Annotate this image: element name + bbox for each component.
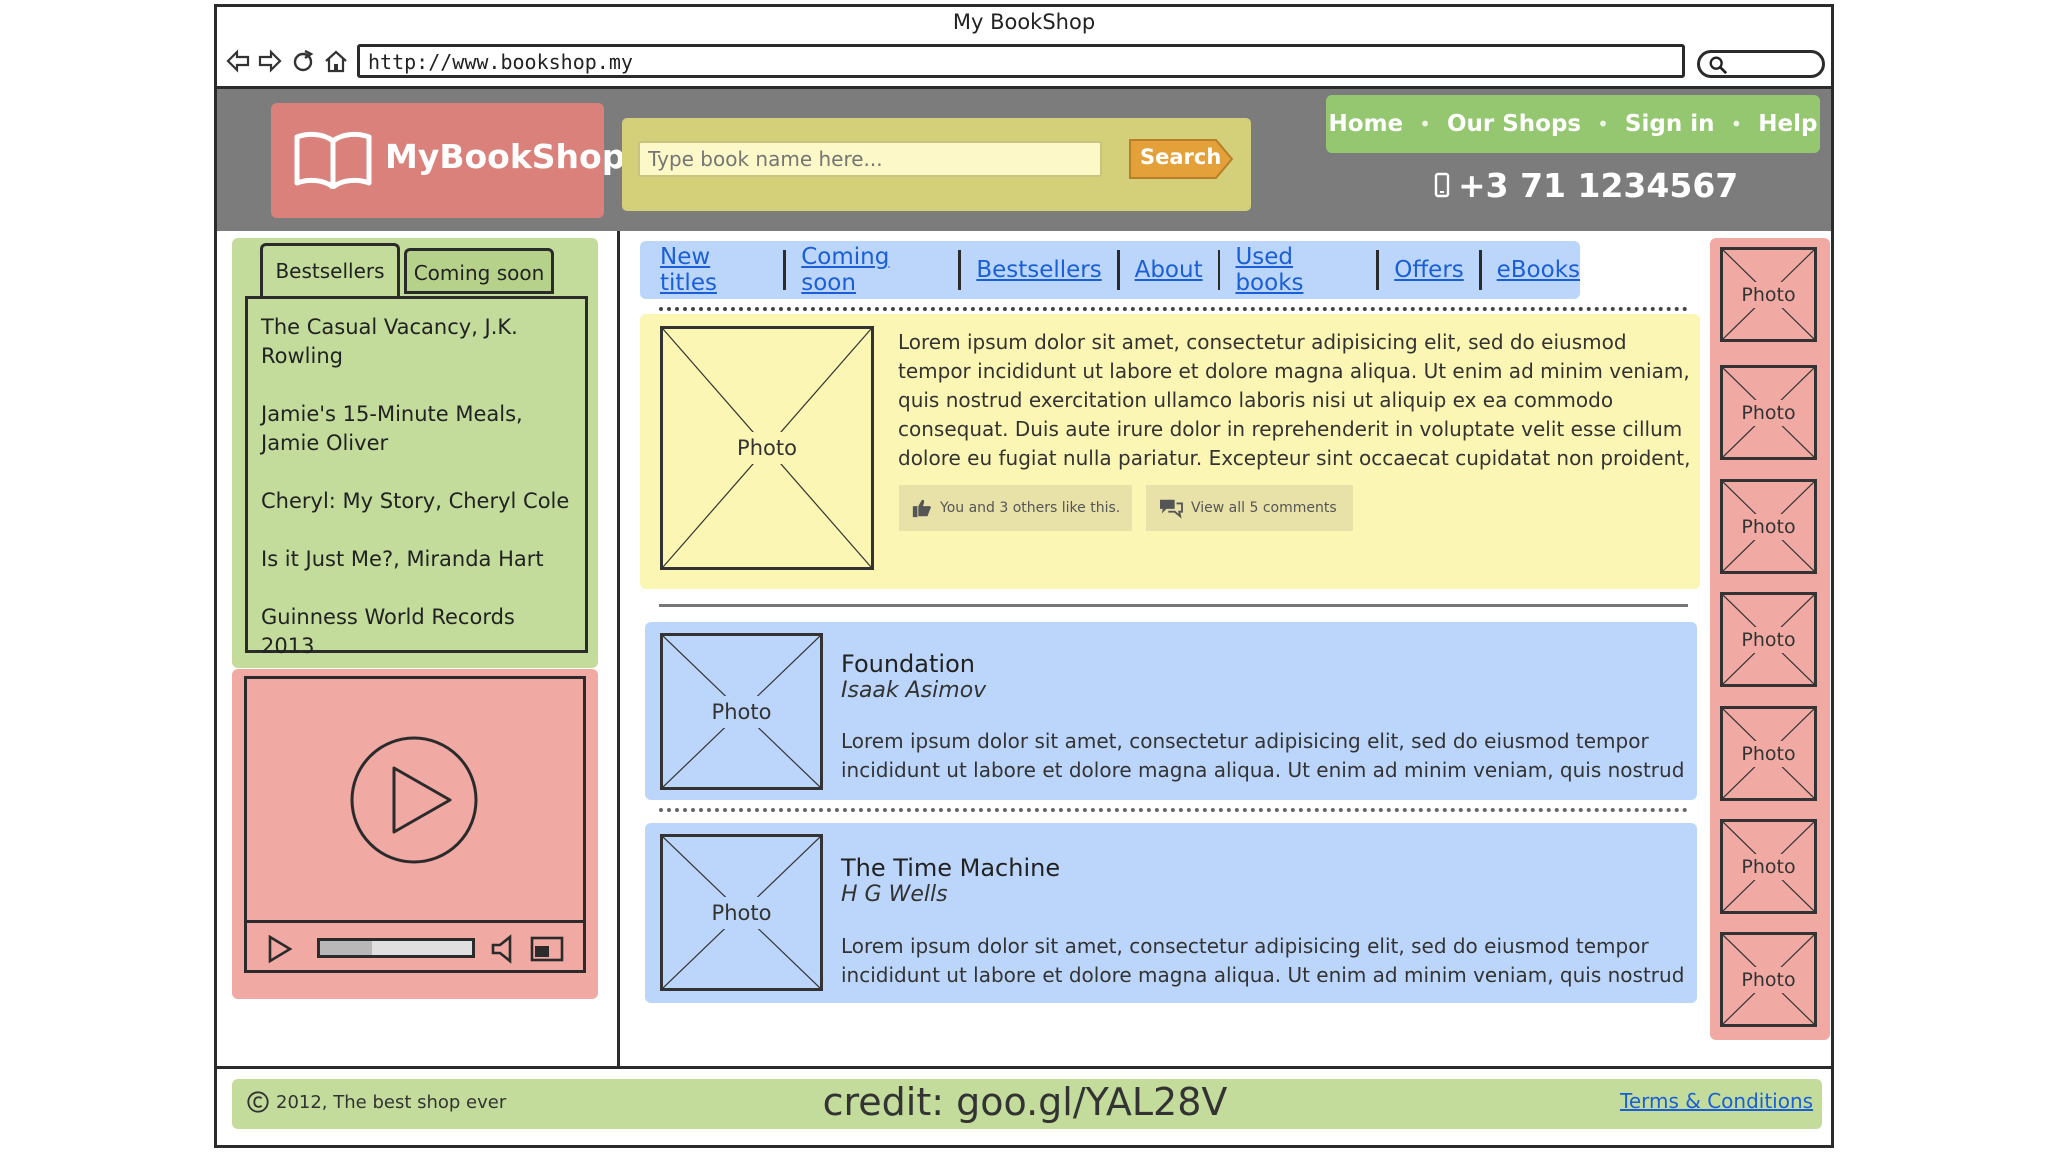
bestsellers-list: The Casual Vacancy, J.K. Rowling Jamie's…	[245, 296, 588, 658]
phone-icon	[1434, 172, 1450, 198]
video-progress-bar[interactable]	[317, 938, 475, 958]
thumbnail-photo[interactable]: Photo	[1720, 932, 1817, 1027]
tab-coming-soon-main[interactable]: Coming soon	[801, 244, 943, 296]
address-bar[interactable]: http://www.bookshop.my	[357, 44, 1685, 78]
terms-link[interactable]: Terms & Conditions	[1620, 1089, 1813, 1113]
photo-label: Photo	[711, 699, 772, 724]
reload-icon[interactable]	[290, 48, 316, 74]
copyright-icon	[247, 1091, 269, 1113]
photo-label: Photo	[1741, 628, 1796, 651]
browser-search-field[interactable]	[1697, 50, 1825, 78]
list-item[interactable]: Is it Just Me?, Miranda Hart	[261, 545, 572, 574]
book-photo[interactable]: Photo	[660, 633, 823, 790]
book-author: Isaak Asimov	[841, 678, 987, 703]
featured-text: Lorem ipsum dolor sit amet, consectetur …	[898, 330, 1691, 470]
solid-divider	[659, 604, 1688, 607]
photo-label: Photo	[1741, 401, 1796, 424]
forward-icon[interactable]	[257, 48, 283, 74]
video-play-icon[interactable]	[348, 734, 480, 866]
fullscreen-icon[interactable]	[530, 936, 564, 962]
book-title[interactable]: The Time Machine	[841, 854, 1060, 882]
thumbnail-photo[interactable]: Photo	[1720, 365, 1817, 460]
book-search-input[interactable]	[638, 141, 1102, 177]
photo-label: Photo	[1741, 283, 1796, 306]
book-title[interactable]: Foundation	[841, 650, 975, 678]
photo-label: Photo	[1741, 968, 1796, 991]
main-nav: New titles Coming soon Bestsellers About…	[640, 241, 1580, 299]
list-item[interactable]: Cheryl: My Story, Cheryl Cole	[261, 487, 572, 516]
book-photo[interactable]: Photo	[660, 834, 823, 991]
tab-used-books[interactable]: Used books	[1235, 244, 1361, 296]
window-title: My BookShop	[952, 10, 1096, 34]
thumbs-up-icon	[912, 499, 931, 518]
book-description: Lorem ipsum dolor sit amet, consectetur …	[841, 729, 1685, 782]
search-icon	[1709, 56, 1728, 75]
featured-photo[interactable]: Photo	[660, 326, 874, 570]
nav-our-shops[interactable]: Our Shops	[1447, 111, 1581, 137]
phone-number: +3 71 1234567	[1434, 163, 1754, 207]
nav-sign-in[interactable]: Sign in	[1625, 111, 1715, 137]
list-item[interactable]: Jamie's 15-Minute Meals, Jamie Oliver	[261, 400, 572, 458]
tab-bestsellers[interactable]: Bestsellers	[260, 243, 400, 299]
footer-divider	[214, 1066, 1834, 1069]
book-icon	[294, 131, 372, 189]
nav-home[interactable]: Home	[1329, 111, 1404, 137]
volume-icon[interactable]	[490, 934, 520, 964]
list-item[interactable]: Guinness World Records 2013	[261, 603, 572, 661]
photo-label: Photo	[1741, 742, 1796, 765]
top-nav: Home • Our Shops • Sign in • Help	[1326, 95, 1820, 153]
tab-offers[interactable]: Offers	[1394, 257, 1464, 283]
content-divider	[617, 231, 620, 1069]
comments-button[interactable]: View all 5 comments	[1146, 485, 1353, 531]
logo-text: MyBookShop	[385, 137, 626, 176]
dotted-divider	[659, 307, 1688, 311]
book-description: Lorem ipsum dolor sit amet, consectetur …	[841, 934, 1685, 987]
thumbnail-photo[interactable]: Photo	[1720, 247, 1817, 342]
url-text: http://www.bookshop.my	[368, 50, 633, 74]
tab-bestsellers-main[interactable]: Bestsellers	[976, 257, 1101, 283]
thumbnail-photo[interactable]: Photo	[1720, 706, 1817, 801]
book-author: H G Wells	[841, 882, 948, 907]
site-logo[interactable]: MyBookShop	[271, 103, 625, 218]
photo-label: Photo	[737, 436, 797, 460]
list-item[interactable]: The Casual Vacancy, J.K. Rowling	[261, 313, 572, 371]
like-button[interactable]: You and 3 others like this.	[899, 485, 1132, 531]
comments-icon	[1160, 499, 1183, 519]
nav-help[interactable]: Help	[1758, 111, 1817, 137]
dotted-divider	[659, 808, 1688, 812]
thumbnail-photo[interactable]: Photo	[1720, 479, 1817, 574]
play-small-icon[interactable]	[267, 934, 293, 964]
credit-text: credit: goo.gl/YAL28V	[822, 1080, 1228, 1124]
tab-new-titles[interactable]: New titles	[660, 244, 768, 296]
video-controls-divider	[244, 920, 586, 923]
photo-label: Photo	[711, 900, 772, 925]
search-button[interactable]: Search	[1128, 138, 1234, 180]
thumbnail-photo[interactable]: Photo	[1720, 819, 1817, 914]
home-icon[interactable]	[323, 48, 349, 74]
copyright: 2012, The best shop ever	[246, 1090, 506, 1114]
thumbnail-photo[interactable]: Photo	[1720, 592, 1817, 687]
tab-about[interactable]: About	[1135, 257, 1203, 283]
photo-label: Photo	[1741, 855, 1796, 878]
tab-coming-soon[interactable]: Coming soon	[404, 248, 554, 294]
tab-ebooks[interactable]: eBooks	[1497, 257, 1580, 283]
back-icon[interactable]	[225, 48, 251, 74]
photo-label: Photo	[1741, 515, 1796, 538]
